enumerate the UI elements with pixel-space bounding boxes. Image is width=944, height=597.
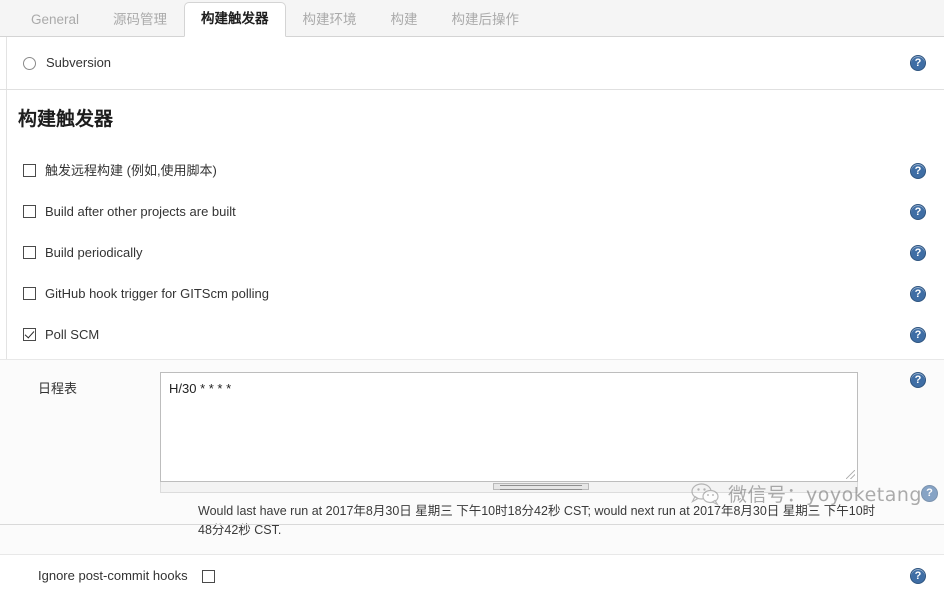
help-icon-poll-scm[interactable]: ? [910,326,926,343]
config-tab-bar: General 源码管理 构建触发器 构建环境 构建 构建后操作 [0,0,944,37]
poll-scm-settings-panel: 日程表 ? Would last have run at 2017年8月30日 … [0,359,944,555]
help-icon-ignore-post-commit-hooks[interactable]: ? [910,568,926,584]
schedule-status-text: Would last have run at 2017年8月30日 星期三 下午… [198,504,876,537]
checkbox-ignore-post-commit-hooks[interactable] [201,569,215,583]
trigger-row-build-periodically[interactable]: Build periodically ? [0,232,944,273]
trigger-label-poll-scm: Poll SCM [45,326,100,342]
schedule-scrollbar-wrapper [0,482,944,493]
schedule-field-row: 日程表 ? [0,368,944,482]
help-icon-github-hook[interactable]: ? [910,285,926,302]
tab-build-environment[interactable]: 构建环境 [286,3,374,37]
checkbox-trigger-github-hook[interactable] [23,287,36,300]
config-page-body: Subversion ? 构建触发器 触发远程构建 (例如,使用脚本) ? Bu… [0,37,944,597]
help-icon-schedule[interactable]: ? [910,372,926,388]
scm-option-subversion-row[interactable]: Subversion ? [0,37,944,89]
checkbox-trigger-after-other-projects[interactable] [23,205,36,218]
trigger-row-remote-build[interactable]: 触发远程构建 (例如,使用脚本) ? [0,150,944,191]
tab-source-control[interactable]: 源码管理 [96,3,184,37]
ignore-post-commit-hooks-row[interactable]: Ignore post-commit hooks ? [0,555,944,597]
trigger-label-remote-build: 触发远程构建 (例如,使用脚本) [45,162,217,178]
help-icon-build-periodically[interactable]: ? [910,244,926,261]
trigger-label-github-hook: GitHub hook trigger for GITScm polling [45,285,269,301]
trigger-label-after-other-projects: Build after other projects are built [45,203,236,219]
trigger-label-build-periodically: Build periodically [45,244,143,260]
tab-general[interactable]: General [14,3,96,37]
checkbox-trigger-build-periodically[interactable] [23,246,36,259]
help-icon-subversion[interactable]: ? [910,55,926,71]
subversion-radio[interactable] [23,56,36,70]
trigger-row-github-hook[interactable]: GitHub hook trigger for GITScm polling ? [0,273,944,314]
subversion-label: Subversion [46,55,112,70]
trigger-row-after-other-projects[interactable]: Build after other projects are built ? [0,191,944,232]
page-title: 构建触发器 [18,109,114,130]
trigger-row-poll-scm[interactable]: Poll SCM ? [0,314,944,355]
help-icon-after-other-projects[interactable]: ? [910,203,926,220]
help-icon-remote-build[interactable]: ? [910,162,926,179]
schedule-cron-textarea[interactable] [160,372,858,482]
schedule-label: 日程表 [38,381,78,396]
ignore-post-commit-hooks-label: Ignore post-commit hooks [38,568,188,583]
checkbox-trigger-poll-scm[interactable] [23,328,36,341]
checkbox-trigger-remote-build[interactable] [23,164,36,177]
tab-build[interactable]: 构建 [374,3,435,37]
tab-build-triggers[interactable]: 构建触发器 [184,2,286,37]
schedule-input-wrapper [160,372,858,482]
schedule-horizontal-scrollbar[interactable] [160,482,858,493]
tab-post-build-actions[interactable]: 构建后操作 [435,3,537,37]
scm-section: Subversion ? [0,37,944,90]
build-triggers-list: 触发远程构建 (例如,使用脚本) ? Build after other pro… [0,146,944,359]
scrollbar-thumb[interactable] [493,483,589,490]
